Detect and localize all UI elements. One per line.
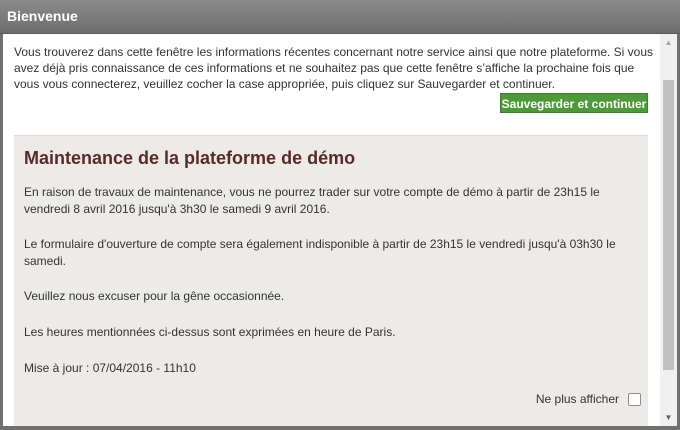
notice-paragraph: En raison de travaux de maintenance, vou… bbox=[24, 185, 600, 216]
scroll-thumb[interactable] bbox=[663, 80, 674, 370]
vertical-scrollbar[interactable]: ▲ ▼ bbox=[660, 34, 677, 426]
intro-text: Vous trouverez dans cette fenêtre les in… bbox=[14, 45, 654, 91]
scroll-up-arrow-icon[interactable]: ▲ bbox=[660, 34, 677, 51]
dialog-titlebar[interactable]: Bienvenue bbox=[0, 0, 680, 34]
notice-updated-date: Mise à jour : 07/04/2016 - 11h10 bbox=[24, 361, 196, 375]
dialog-title: Bienvenue bbox=[7, 8, 78, 24]
notice-paragraph: Veuillez nous excuser pour la gêne occas… bbox=[24, 289, 285, 303]
welcome-dialog: Bienvenue Vous trouverez dans cette fenê… bbox=[0, 0, 680, 430]
dialog-content: Vous trouverez dans cette fenêtre les in… bbox=[3, 34, 677, 426]
notice-title: Maintenance de la plateforme de démo bbox=[24, 148, 356, 168]
save-and-continue-button[interactable]: Sauvegarder et continuer bbox=[500, 93, 648, 113]
dont-show-again-label: Ne plus afficher bbox=[535, 392, 619, 406]
notice-paragraph: Le formulaire d'ouverture de compte sera… bbox=[24, 237, 616, 268]
scroll-down-arrow-icon[interactable]: ▼ bbox=[660, 409, 677, 426]
maintenance-notice: Maintenance de la plateforme de démo En … bbox=[14, 135, 648, 426]
dont-show-again-checkbox[interactable] bbox=[628, 393, 641, 406]
notice-paragraph: Les heures mentionnées ci-dessus sont ex… bbox=[24, 325, 396, 339]
